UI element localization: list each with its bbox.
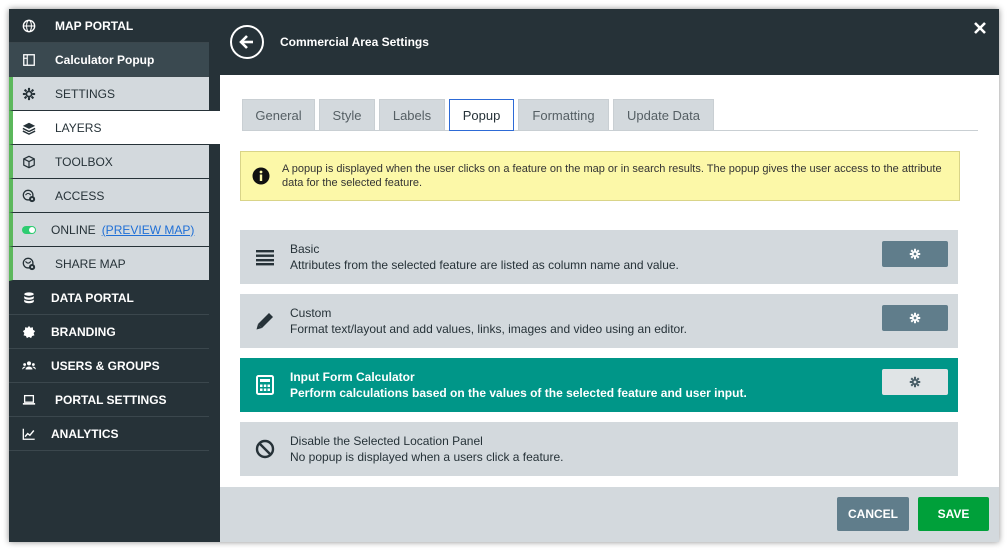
layers-icon bbox=[21, 120, 37, 136]
sidebar-item-branding[interactable]: BRANDING bbox=[9, 315, 209, 349]
panel-header: Commercial Area Settings bbox=[220, 9, 999, 75]
info-icon bbox=[252, 167, 270, 185]
sidebar-item-label: ACCESS bbox=[55, 188, 105, 203]
sidebar-item-label: MAP PORTAL bbox=[55, 18, 134, 33]
globe-eye-icon bbox=[21, 188, 37, 204]
option-description: No popup is displayed when a users click… bbox=[290, 450, 564, 464]
option-description: Perform calculations based on the values… bbox=[290, 386, 747, 400]
arrow-left-icon bbox=[239, 35, 253, 49]
sidebar-item-portal-settings[interactable]: PORTAL SETTINGS bbox=[9, 383, 209, 417]
close-button[interactable] bbox=[973, 21, 987, 35]
popup-option-input-form-calculator[interactable]: Input Form Calculator Perform calculatio… bbox=[240, 358, 958, 412]
popup-option-disable[interactable]: Disable the Selected Location Panel No p… bbox=[240, 422, 958, 476]
chart-icon bbox=[21, 426, 37, 442]
save-button[interactable]: SAVE bbox=[918, 497, 989, 531]
cube-icon bbox=[21, 154, 37, 170]
gear-icon bbox=[909, 248, 921, 260]
cancel-button[interactable]: CANCEL bbox=[837, 497, 909, 531]
popup-option-custom[interactable]: Custom Format text/layout and add values… bbox=[240, 294, 958, 348]
globe-icon bbox=[21, 18, 37, 34]
sidebar-item-share-map[interactable]: SHARE MAP bbox=[9, 247, 209, 281]
tab-formatting[interactable]: Formatting bbox=[518, 99, 609, 130]
tab-style[interactable]: Style bbox=[319, 99, 375, 130]
sidebar-item-label: BRANDING bbox=[51, 324, 116, 339]
sidebar-item-map-portal[interactable]: MAP PORTAL bbox=[9, 9, 209, 43]
gear-icon bbox=[909, 312, 921, 324]
sidebar-item-label: LAYERS bbox=[55, 120, 102, 135]
sidebar-item-online[interactable]: ONLINE (PREVIEW MAP) bbox=[9, 213, 209, 247]
sidebar-item-data-portal[interactable]: DATA PORTAL bbox=[9, 281, 209, 315]
gear-icon bbox=[909, 376, 921, 388]
sidebar-item-calculator-popup[interactable]: Calculator Popup bbox=[9, 43, 209, 77]
laptop-icon bbox=[21, 392, 37, 408]
sidebar-item-label: SHARE MAP bbox=[55, 256, 126, 271]
sidebar-item-label: ANALYTICS bbox=[51, 426, 119, 441]
globe-share-icon bbox=[21, 256, 37, 272]
gear-icon bbox=[21, 86, 37, 102]
tab-update-data[interactable]: Update Data bbox=[613, 99, 714, 130]
option-name: Basic bbox=[290, 242, 320, 256]
ban-icon bbox=[254, 438, 276, 460]
sidebar-item-access[interactable]: ACCESS bbox=[9, 179, 209, 213]
sidebar-item-users-groups[interactable]: USERS & GROUPS bbox=[9, 349, 209, 383]
users-icon bbox=[21, 358, 37, 374]
sidebar-item-analytics[interactable]: ANALYTICS bbox=[9, 417, 209, 451]
toggle-icon[interactable] bbox=[21, 222, 37, 238]
sidebar-item-label: USERS & GROUPS bbox=[51, 358, 160, 373]
sidebar-item-toolbox[interactable]: TOOLBOX bbox=[9, 145, 209, 179]
sidebar-item-label: Calculator Popup bbox=[55, 52, 155, 67]
popup-settings-content: General Style Labels Popup Formatting Up… bbox=[220, 75, 999, 487]
sidebar-item-label: DATA PORTAL bbox=[51, 290, 134, 305]
preview-map-link[interactable]: (PREVIEW MAP) bbox=[102, 223, 195, 237]
option-name: Input Form Calculator bbox=[290, 370, 415, 384]
tab-popup[interactable]: Popup bbox=[449, 99, 514, 131]
sidebar-item-label: TOOLBOX bbox=[55, 154, 113, 169]
pencil-icon bbox=[254, 310, 276, 332]
sidebar-item-label: ONLINE bbox=[51, 222, 96, 237]
sidebar-item-settings[interactable]: SETTINGS bbox=[9, 77, 209, 111]
settings-tabs: General Style Labels Popup Formatting Up… bbox=[242, 99, 978, 131]
sidebar-item-label: SETTINGS bbox=[55, 86, 116, 101]
badge-icon bbox=[21, 324, 37, 340]
database-icon bbox=[21, 290, 37, 306]
back-button[interactable] bbox=[230, 25, 264, 59]
option-description: Attributes from the selected feature are… bbox=[290, 258, 679, 272]
close-icon bbox=[974, 22, 986, 34]
page-title: Commercial Area Settings bbox=[280, 35, 429, 49]
sidebar-item-layers[interactable]: LAYERS bbox=[9, 111, 220, 145]
tab-labels[interactable]: Labels bbox=[379, 99, 445, 130]
info-notice: A popup is displayed when the user click… bbox=[240, 151, 960, 201]
sidebar: MAP PORTAL Calculator Popup SETTINGS LAY… bbox=[9, 9, 220, 542]
calculator-icon bbox=[254, 374, 276, 396]
custom-settings-button[interactable] bbox=[882, 305, 948, 331]
map-frame-icon bbox=[21, 52, 37, 68]
popup-option-basic[interactable]: Basic Attributes from the selected featu… bbox=[240, 230, 958, 284]
tab-general[interactable]: General bbox=[242, 99, 315, 130]
calculator-settings-button[interactable] bbox=[882, 369, 948, 395]
option-name: Disable the Selected Location Panel bbox=[290, 434, 483, 448]
list-icon bbox=[254, 246, 276, 268]
basic-settings-button[interactable] bbox=[882, 241, 948, 267]
sidebar-item-label: PORTAL SETTINGS bbox=[55, 392, 167, 407]
option-description: Format text/layout and add values, links… bbox=[290, 322, 687, 336]
option-name: Custom bbox=[290, 306, 332, 320]
panel-footer: CANCEL SAVE bbox=[220, 487, 999, 542]
info-text: A popup is displayed when the user click… bbox=[282, 163, 942, 189]
app-window: MAP PORTAL Calculator Popup SETTINGS LAY… bbox=[9, 9, 999, 542]
